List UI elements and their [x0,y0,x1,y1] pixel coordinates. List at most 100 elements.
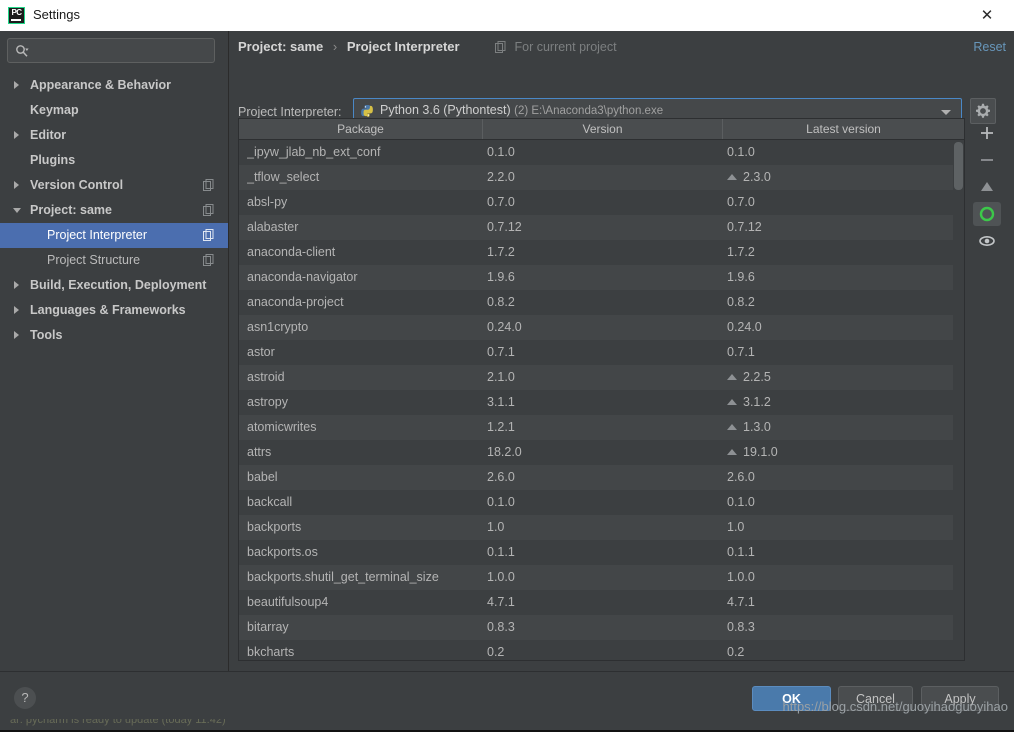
cell-latest-version-text: 2.3.0 [743,170,771,184]
upgrade-available-icon [727,374,737,380]
sidebar-item-plugins[interactable]: Plugins [0,148,228,173]
copy-icon [203,229,214,241]
chevron-right-icon[interactable] [14,181,19,189]
table-row[interactable]: asn1crypto 0.24.0 0.24.0 [239,315,964,340]
chevron-right-icon[interactable] [14,131,19,139]
cell-latest-version-text: 19.1.0 [743,445,778,459]
cell-latest-version-text: 0.8.2 [727,295,755,309]
cell-package: anaconda-project [247,295,344,309]
chevron-down-icon[interactable] [13,208,21,213]
table-row[interactable]: alabaster 0.7.12 0.7.12 [239,215,964,240]
sidebar-item-project-interpreter[interactable]: Project Interpreter [0,223,228,248]
cell-latest-version: 0.7.12 [727,215,957,240]
table-row[interactable]: anaconda-navigator 1.9.6 1.9.6 [239,265,964,290]
reset-link[interactable]: Reset [973,40,1006,54]
cell-version: 0.7.0 [487,195,515,209]
cell-version: 1.7.2 [487,245,515,259]
cell-version: 18.2.0 [487,445,522,459]
cell-package: anaconda-client [247,245,336,259]
sidebar-item-label: Project Interpreter [47,228,148,242]
cell-latest-version: 0.8.3 [727,615,957,640]
table-row[interactable]: astor 0.7.1 0.7.1 [239,340,964,365]
cell-latest-version: 0.7.0 [727,190,957,215]
table-row[interactable]: babel 2.6.0 2.6.0 [239,465,964,490]
chevron-right-icon[interactable] [14,331,19,339]
table-row[interactable]: backports.shutil_get_terminal_size 1.0.0 1… [239,565,964,590]
table-row[interactable]: anaconda-client 1.7.2 1.7.2 [239,240,964,265]
cell-version: 4.7.1 [487,595,515,609]
table-scrollbar-track[interactable] [953,140,964,660]
close-icon[interactable]: ✕ [967,0,1007,31]
cell-version: 0.24.0 [487,320,522,334]
sidebar-item-version-control[interactable]: Version Control [0,173,228,198]
table-row[interactable]: absl-py 0.7.0 0.7.0 [239,190,964,215]
table-row[interactable]: _tflow_select 2.2.0 2.3.0 [239,165,964,190]
chevron-down-icon[interactable] [941,110,951,115]
search-input[interactable] [35,39,215,64]
conda-button[interactable] [973,202,1001,226]
cell-package: beautifulsoup4 [247,595,329,609]
cell-latest-version: 0.24.0 [727,315,957,340]
column-header-version[interactable]: Version [482,119,722,139]
cell-latest-version-text: 0.1.0 [727,495,755,509]
cell-package: backports.os [247,545,318,559]
table-row[interactable]: beautifulsoup4 4.7.1 4.7.1 [239,590,964,615]
interpreter-value: Python 3.6 (Pythontest) (2) E:\Anaconda3… [380,103,663,117]
upgrade-package-button[interactable] [973,175,1001,199]
sidebar-item-project-same[interactable]: Project: same [0,198,228,223]
chevron-right-icon[interactable] [14,281,19,289]
table-row[interactable]: attrs 18.2.0 19.1.0 [239,440,964,465]
breadcrumb-root[interactable]: Project: same [238,39,323,54]
chevron-right-icon[interactable] [14,81,19,89]
column-header-package[interactable]: Package [239,119,482,139]
table-row[interactable]: backports.os 0.1.1 0.1.1 [239,540,964,565]
help-button[interactable]: ? [14,687,36,709]
sidebar-item-project-structure[interactable]: Project Structure [0,248,228,273]
table-row[interactable]: anaconda-project 0.8.2 0.8.2 [239,290,964,315]
upgrade-available-icon [727,449,737,455]
sidebar-item-appearance-behavior[interactable]: Appearance & Behavior [0,73,228,98]
sidebar-item-label: Tools [30,328,63,342]
upgrade-available-icon [727,174,737,180]
settings-sidebar: Appearance & Behavior Keymap Editor Plugins… [0,31,229,671]
chevron-right-icon[interactable] [14,306,19,314]
cell-latest-version: 1.3.0 [727,415,957,440]
table-scrollbar-thumb[interactable] [954,142,963,190]
sidebar-item-label: Appearance & Behavior [30,78,172,92]
cell-package: asn1crypto [247,320,309,334]
cell-latest-version-text: 1.0 [727,520,745,534]
remove-package-button[interactable] [973,148,1001,172]
sidebar-item-editor[interactable]: Editor [0,123,228,148]
table-row[interactable]: backcall 0.1.0 0.1.0 [239,490,964,515]
table-row[interactable]: bitarray 0.8.3 0.8.3 [239,615,964,640]
sidebar-item-languages-frameworks[interactable]: Languages & Frameworks [0,298,228,323]
packages-table: Package Version Latest version _ipyw_jla… [238,118,965,661]
column-header-latest-version[interactable]: Latest version [722,119,964,139]
breadcrumb-separator: › [332,39,338,54]
cell-latest-version: 0.7.1 [727,340,957,365]
cell-version: 2.1.0 [487,370,515,384]
sidebar-item-keymap[interactable]: Keymap [0,98,228,123]
cell-latest-version: 0.1.0 [727,140,957,165]
upgrade-available-icon [727,399,737,405]
table-row[interactable]: bkcharts 0.2 0.2 [239,640,964,660]
sidebar-item-build-execution-deployment[interactable]: Build, Execution, Deployment [0,273,228,298]
sidebar-item-label: Keymap [30,103,79,117]
table-row[interactable]: astroid 2.1.0 2.2.5 [239,365,964,390]
add-package-button[interactable] [973,121,1001,145]
cell-package: astropy [247,395,288,409]
cell-version: 0.2 [487,645,505,659]
cell-latest-version: 0.2 [727,640,957,660]
table-row[interactable]: _ipyw_jlab_nb_ext_conf 0.1.0 0.1.0 [239,140,964,165]
interpreter-path: (2) E:\Anaconda3\python.exe [514,105,664,117]
cell-latest-version-text: 0.24.0 [727,320,762,334]
sidebar-item-tools[interactable]: Tools [0,323,228,348]
table-row[interactable]: astropy 3.1.1 3.1.2 [239,390,964,415]
table-row[interactable]: atomicwrites 1.2.1 1.3.0 [239,415,964,440]
search-box[interactable] [7,38,215,64]
cell-package: atomicwrites [247,420,317,434]
copy-icon [203,254,214,266]
cell-version: 1.0 [487,520,505,534]
table-row[interactable]: backports 1.0 1.0 [239,515,964,540]
show-early-releases-button[interactable] [973,229,1001,253]
